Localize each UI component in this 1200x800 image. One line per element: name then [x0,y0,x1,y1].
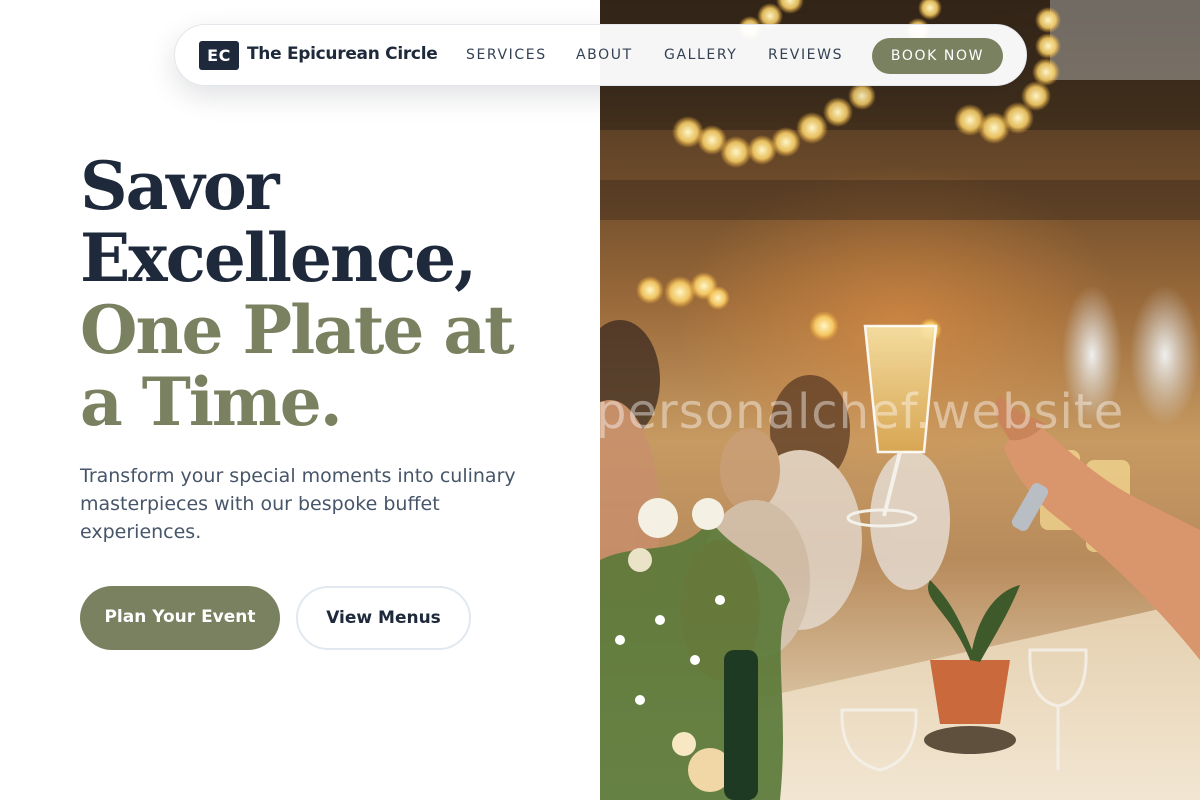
nav-link-about[interactable]: ABOUT [576,47,633,63]
view-menus-button[interactable]: View Menus [296,586,471,650]
headline-accent-line-1: One Plate at [80,291,515,369]
nav-link-reviews[interactable]: REVIEWS [768,47,843,63]
hero-headline: Savor Excellence, One Plate at a Time. [80,150,580,438]
headline-line-1: Savor [80,147,280,225]
nav-link-gallery[interactable]: GALLERY [664,47,737,63]
headline-accent-line-2: a Time. [80,363,343,441]
brand-name[interactable]: The Epicurean Circle [247,44,438,64]
logo-badge[interactable]: EC [199,41,239,70]
headline-line-2: Excellence, [80,219,477,297]
nav-link-services[interactable]: SERVICES [466,47,547,63]
hero-subtitle: Transform your special moments into culi… [80,465,516,543]
top-navigation: EC The Epicurean Circle SERVICES ABOUT G… [174,24,1027,86]
book-now-button[interactable]: BOOK NOW [872,38,1003,74]
watermark-text: personalchef.website [596,384,1125,440]
plan-your-event-button[interactable]: Plan Your Event [80,586,280,650]
